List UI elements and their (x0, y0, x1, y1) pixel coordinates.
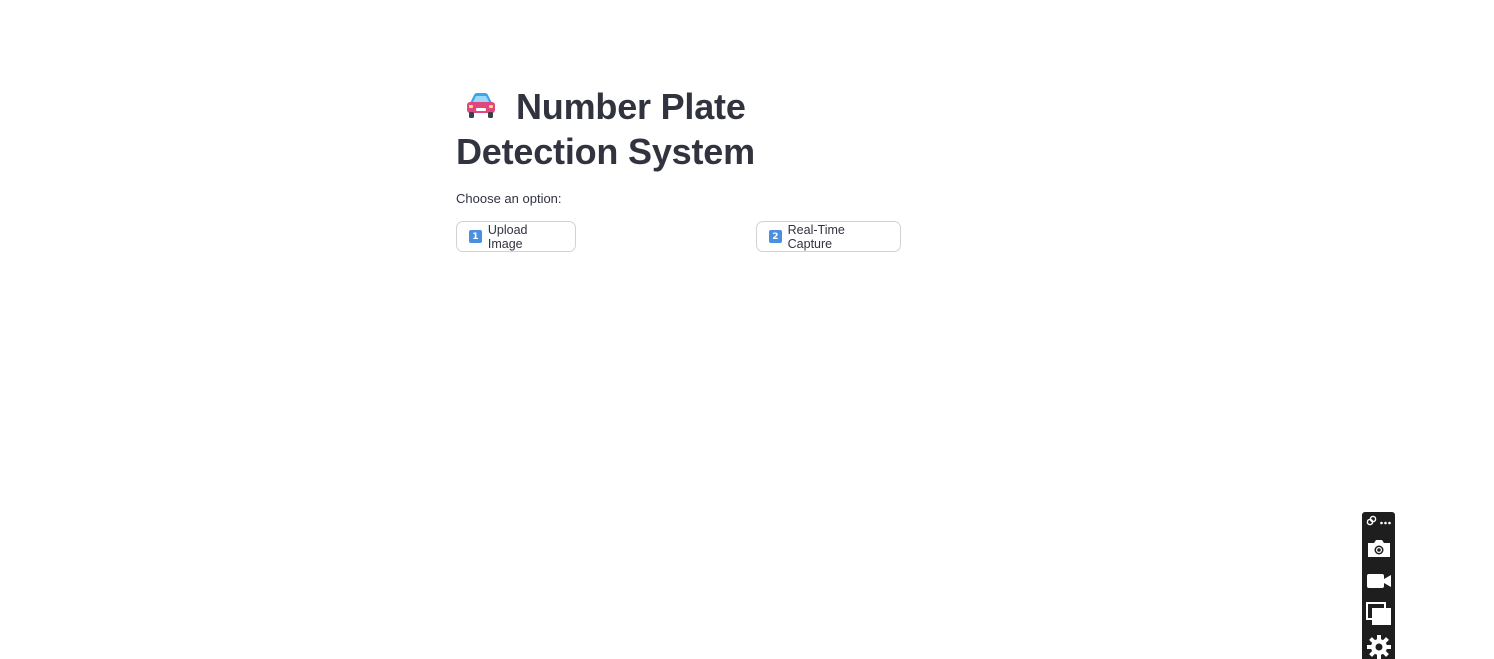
page-title-text: Number Plate Detection System (456, 86, 755, 172)
page: Number Plate Detection System Choose an … (0, 0, 1494, 659)
car-emoji-icon (464, 86, 498, 118)
more-icon[interactable] (1380, 517, 1391, 528)
gear-icon[interactable] (1365, 634, 1392, 659)
upload-image-label: Upload Image (487, 222, 528, 251)
screen-capture-toolbar (1362, 512, 1395, 659)
upload-image-button[interactable]: 1 Upload Image (456, 221, 576, 252)
keycap-one-icon: 1 (469, 230, 482, 243)
real-time-capture-label: Real-Time Capture (787, 222, 845, 251)
main-content: Number Plate Detection System Choose an … (456, 84, 901, 254)
keycap-two-icon: 2 (769, 230, 782, 243)
option-prompt: Choose an option: (456, 191, 562, 206)
toolbar-header (1366, 515, 1391, 529)
option-buttons: 1 Upload Image 2 Real-Time Capture (456, 221, 901, 254)
page-title: Number Plate Detection System (456, 84, 901, 174)
link-icon[interactable] (1366, 515, 1377, 529)
real-time-capture-button[interactable]: 2 Real-Time Capture (756, 221, 901, 252)
camera-icon[interactable] (1365, 535, 1392, 561)
windows-icon[interactable] (1365, 601, 1392, 627)
video-icon[interactable] (1365, 568, 1392, 594)
